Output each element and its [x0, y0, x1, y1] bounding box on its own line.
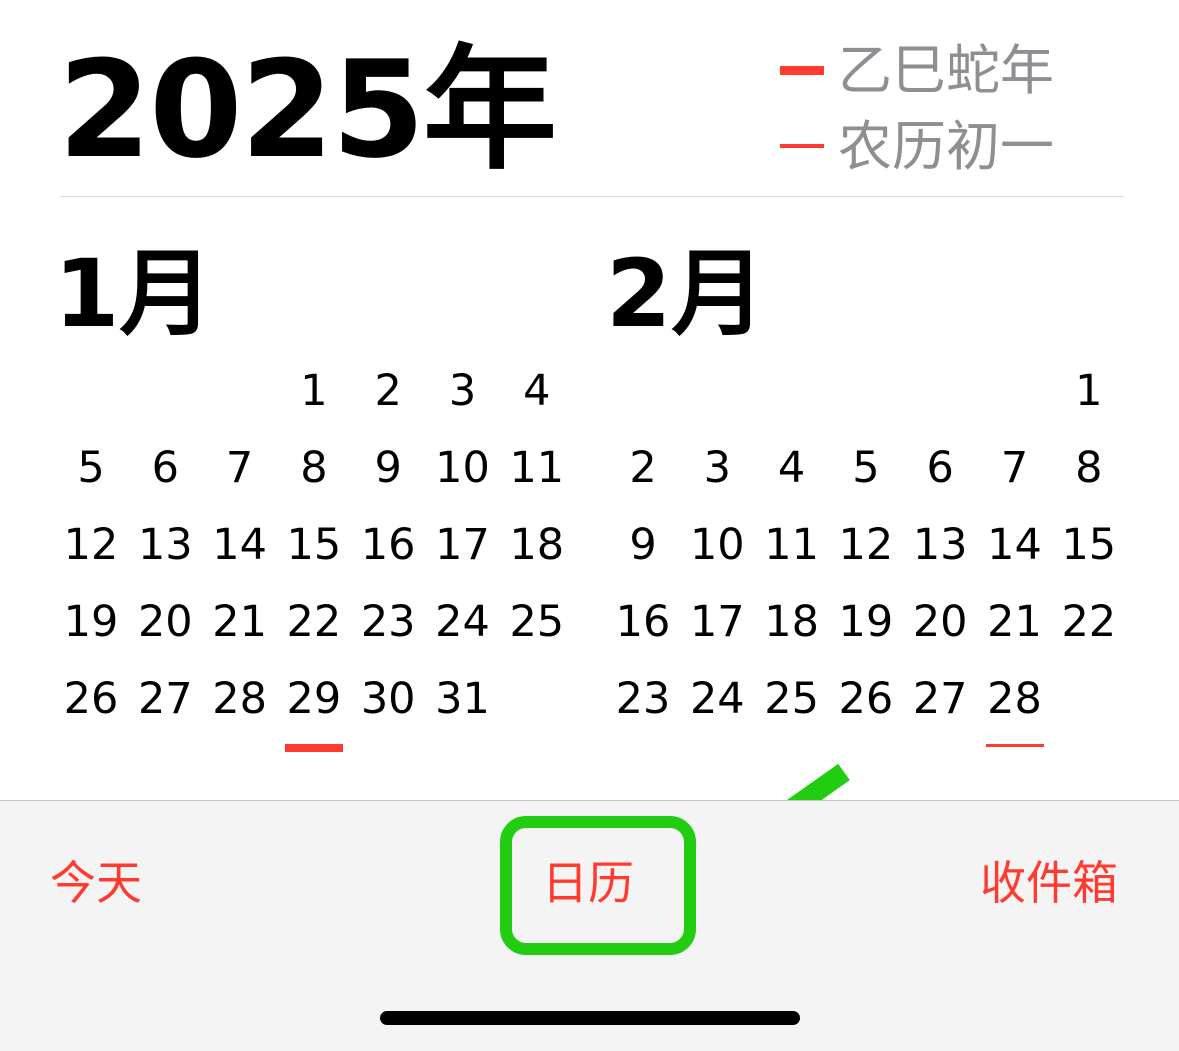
- day-cell[interactable]: 9: [606, 517, 680, 573]
- legend-thin-red-mark: [780, 144, 824, 148]
- day-cell[interactable]: 8: [277, 440, 351, 496]
- day-cell[interactable]: 19: [54, 594, 128, 650]
- day-cell[interactable]: 26: [54, 671, 128, 727]
- day-cell[interactable]: 22: [1052, 594, 1126, 650]
- legend-lunar-first-day: 农历初一: [780, 112, 1100, 182]
- day-cell[interactable]: 25: [755, 671, 829, 727]
- day-cell[interactable]: 3: [426, 363, 500, 419]
- day-cell[interactable]: 20: [128, 594, 202, 650]
- day-cell[interactable]: 26: [829, 671, 903, 727]
- lunar-marker-underline: [284, 744, 343, 752]
- header-divider: [60, 196, 1124, 197]
- day-cell[interactable]: 25: [500, 594, 574, 650]
- day-cell[interactable]: 15: [1052, 517, 1126, 573]
- day-cell[interactable]: 5: [54, 440, 128, 496]
- day-cell[interactable]: 16: [606, 594, 680, 650]
- day-cell[interactable]: 24: [680, 671, 754, 727]
- day-cell[interactable]: 16: [351, 517, 425, 573]
- day-cell[interactable]: 14: [978, 517, 1052, 573]
- day-cell[interactable]: 3: [680, 440, 754, 496]
- month-february[interactable]: 2月 1 2 3 4 5 6 7 8 9 10 11 12 13 14 15 16 17 18 19 20 21 22 23…: [606, 240, 1126, 760]
- day-cell[interactable]: 15: [277, 517, 351, 573]
- day-cell[interactable]: 1: [277, 363, 351, 419]
- day-cell[interactable]: 28: [203, 671, 277, 727]
- day-cell[interactable]: 10: [426, 440, 500, 496]
- day-cell[interactable]: 7: [203, 440, 277, 496]
- day-cell[interactable]: 12: [54, 517, 128, 573]
- legend-chinese-year: 乙巳蛇年: [780, 36, 1100, 106]
- day-cell[interactable]: 8: [1052, 440, 1126, 496]
- lunar-marker-underline: [985, 744, 1044, 747]
- day-cell[interactable]: 18: [500, 517, 574, 573]
- day-cell[interactable]: 14: [203, 517, 277, 573]
- day-cell[interactable]: 21: [978, 594, 1052, 650]
- day-cell[interactable]: 28: [978, 671, 1052, 727]
- day-cell[interactable]: 13: [128, 517, 202, 573]
- day-cell[interactable]: 10: [680, 517, 754, 573]
- day-cell[interactable]: 18: [755, 594, 829, 650]
- day-cell[interactable]: 22: [277, 594, 351, 650]
- month-title: 1月: [54, 240, 214, 349]
- day-cell[interactable]: 6: [903, 440, 977, 496]
- bottom-toolbar: 今天 日历 收件箱: [0, 800, 1179, 1051]
- inbox-button[interactable]: 收件箱: [980, 853, 1118, 913]
- year-title: 2025年: [58, 32, 557, 188]
- day-cell[interactable]: 9: [351, 440, 425, 496]
- day-cell[interactable]: 11: [500, 440, 574, 496]
- day-cell[interactable]: 23: [606, 671, 680, 727]
- day-cell[interactable]: 2: [351, 363, 425, 419]
- legend-chinese-year-label: 乙巳蛇年: [838, 39, 1054, 102]
- month-title: 2月: [606, 240, 766, 349]
- day-cell[interactable]: 5: [829, 440, 903, 496]
- day-cell[interactable]: 19: [829, 594, 903, 650]
- legend-thick-red-mark: [780, 66, 824, 75]
- day-cell[interactable]: 23: [351, 594, 425, 650]
- day-cell[interactable]: 29: [277, 671, 351, 727]
- day-cell[interactable]: 20: [903, 594, 977, 650]
- day-cell[interactable]: 1: [1052, 363, 1126, 419]
- today-button[interactable]: 今天: [50, 853, 142, 913]
- highlight-annotation-box: [500, 816, 696, 955]
- day-cell[interactable]: 13: [903, 517, 977, 573]
- day-cell[interactable]: 2: [606, 440, 680, 496]
- day-cell[interactable]: 4: [500, 363, 574, 419]
- month-january[interactable]: 1月 1 2 3 4 5 6 7 8 9 10 11 12 13 14 15 16 17 18 19 20 21 22 23…: [54, 240, 574, 760]
- day-cell[interactable]: 7: [978, 440, 1052, 496]
- day-cell[interactable]: 12: [829, 517, 903, 573]
- day-cell[interactable]: 17: [680, 594, 754, 650]
- day-cell[interactable]: 31: [426, 671, 500, 727]
- legend-lunar-first-day-label: 农历初一: [838, 115, 1054, 178]
- day-cell[interactable]: 21: [203, 594, 277, 650]
- day-cell[interactable]: 24: [426, 594, 500, 650]
- day-cell[interactable]: 30: [351, 671, 425, 727]
- day-cell[interactable]: 11: [755, 517, 829, 573]
- day-cell[interactable]: 4: [755, 440, 829, 496]
- day-cell[interactable]: 6: [128, 440, 202, 496]
- day-cell[interactable]: 27: [903, 671, 977, 727]
- home-indicator: [380, 1011, 800, 1025]
- day-cell[interactable]: 27: [128, 671, 202, 727]
- day-cell[interactable]: 17: [426, 517, 500, 573]
